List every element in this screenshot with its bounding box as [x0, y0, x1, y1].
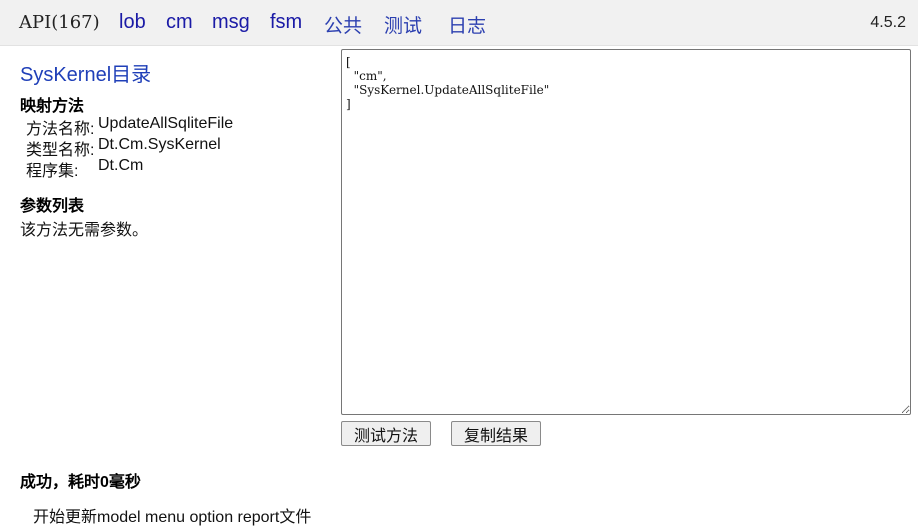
nav-log[interactable]: 日志	[448, 11, 486, 38]
params-text: 该方法无需参数。	[20, 222, 149, 239]
top-navbar: API(167) lob cm msg fsm 公共 测试 日志 4.5.2	[0, 0, 918, 46]
page-title: SysKernel目录	[20, 64, 152, 86]
nav-cm[interactable]: cm	[166, 11, 193, 34]
assembly-row: 程序集: Dt.Cm	[26, 157, 143, 181]
api-count-title[interactable]: API(167)	[19, 12, 100, 33]
version-label: 4.5.2	[870, 14, 906, 31]
nav-msg[interactable]: msg	[212, 11, 250, 34]
params-heading: 参数列表	[20, 196, 85, 215]
nav-public[interactable]: 公共	[324, 11, 362, 38]
request-json-editor[interactable]	[341, 49, 911, 415]
nav-fsm[interactable]: fsm	[270, 11, 302, 34]
assembly-value: Dt.Cm	[98, 157, 144, 174]
nav-lob[interactable]: lob	[119, 11, 146, 34]
result-log-line: 开始更新model menu option report文件	[33, 509, 312, 526]
nav-test[interactable]: 测试	[384, 11, 422, 38]
result-status: 成功，耗时0毫秒	[20, 474, 141, 491]
assembly-label: 程序集:	[26, 163, 79, 180]
type-name-value: Dt.Cm.SysKernel	[98, 136, 221, 153]
method-name-value: UpdateAllSqliteFile	[98, 115, 234, 132]
copy-result-button[interactable]: 复制结果	[451, 421, 541, 446]
test-method-button[interactable]: 测试方法	[341, 421, 431, 446]
mapping-heading: 映射方法	[20, 96, 85, 115]
